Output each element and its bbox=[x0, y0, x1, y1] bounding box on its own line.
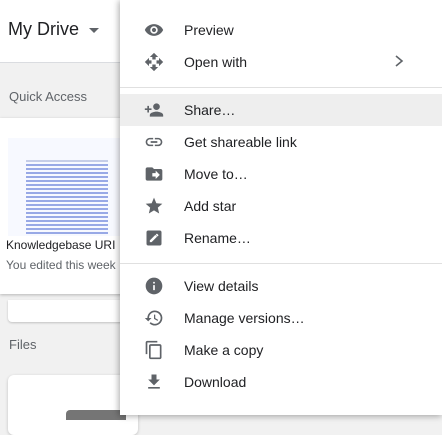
menu-divider bbox=[120, 263, 442, 264]
thumbnail-text-line bbox=[26, 176, 108, 178]
thumbnail-text-line bbox=[26, 164, 108, 166]
download-icon bbox=[144, 372, 164, 392]
star-icon bbox=[144, 196, 164, 216]
rename-icon bbox=[144, 228, 164, 248]
menu-item-label: Manage versions… bbox=[184, 310, 305, 326]
history-icon bbox=[144, 308, 164, 328]
copy-icon bbox=[144, 340, 164, 360]
thumbnail-text-line bbox=[26, 232, 108, 234]
menu-item-open-with[interactable]: Open with bbox=[120, 46, 442, 78]
thumbnail-text-line bbox=[26, 180, 108, 182]
menu-item-add-star[interactable]: Add star bbox=[120, 190, 442, 222]
menu-divider bbox=[120, 87, 442, 88]
thumbnail-text-line bbox=[26, 200, 108, 202]
drive-title-label: My Drive bbox=[8, 19, 79, 39]
menu-item-view-details[interactable]: View details bbox=[120, 270, 442, 302]
menu-item-label: Rename… bbox=[184, 230, 251, 246]
quick-access-label: Quick Access bbox=[9, 89, 88, 104]
menu-item-move-to[interactable]: Move to… bbox=[120, 158, 442, 190]
info-icon bbox=[144, 276, 164, 296]
caret-down-icon bbox=[89, 28, 99, 33]
thumbnail-text-line bbox=[26, 216, 108, 218]
menu-item-make-a-copy[interactable]: Make a copy bbox=[120, 334, 442, 366]
thumbnail-text-line bbox=[26, 196, 108, 198]
menu-item-label: Add star bbox=[184, 198, 237, 214]
menu-item-label: Open with bbox=[184, 54, 248, 70]
thumbnail-text-line bbox=[26, 212, 108, 214]
thumbnail-text-line bbox=[26, 188, 108, 190]
menu-item-label: Get shareable link bbox=[184, 134, 297, 150]
menu-item-label: Preview bbox=[184, 22, 234, 38]
menu-item-label: View details bbox=[184, 278, 259, 294]
menu-item-manage-versions[interactable]: Manage versions… bbox=[120, 302, 442, 334]
menu-item-download[interactable]: Download bbox=[120, 366, 442, 398]
quick-access-file-name: Knowledgebase URI bbox=[6, 238, 116, 252]
menu-item-share[interactable]: Share… bbox=[120, 94, 442, 126]
link-icon bbox=[144, 132, 164, 152]
menu-item-rename[interactable]: Rename… bbox=[120, 222, 442, 254]
menu-item-label: Download bbox=[184, 374, 247, 390]
files-label: Files bbox=[9, 337, 37, 352]
quick-access-file-subtitle: You edited this week bbox=[6, 258, 116, 272]
file-type-chip bbox=[66, 410, 126, 420]
thumbnail-text-line bbox=[26, 224, 108, 226]
menu-item-label: Share… bbox=[184, 102, 236, 118]
thumbnail-text-line bbox=[26, 228, 108, 230]
quick-access-card-partial[interactable] bbox=[8, 300, 126, 322]
menu-item-preview[interactable]: Preview bbox=[120, 14, 442, 46]
thumbnail-text-line bbox=[26, 168, 108, 170]
thumbnail-text-line bbox=[26, 220, 108, 222]
menu-item-label: Move to… bbox=[184, 166, 248, 182]
thumbnail-text-line bbox=[26, 160, 108, 162]
context-menu: Preview Open with Share… Get shareable link… bbox=[120, 0, 442, 415]
eye-icon bbox=[144, 20, 164, 40]
chevron-right-icon bbox=[394, 54, 404, 68]
thumbnail-text-line bbox=[26, 172, 108, 174]
open-with-icon bbox=[144, 52, 164, 72]
file-card[interactable] bbox=[8, 375, 138, 435]
thumbnail-text-line bbox=[26, 204, 108, 206]
thumbnail-text-line bbox=[26, 192, 108, 194]
thumbnail-text-line bbox=[26, 184, 108, 186]
menu-item-get-shareable-link[interactable]: Get shareable link bbox=[120, 126, 442, 158]
person-add-icon bbox=[144, 100, 164, 120]
my-drive-dropdown[interactable]: My Drive bbox=[8, 19, 99, 40]
menu-item-label: Make a copy bbox=[184, 342, 264, 358]
folder-move-icon bbox=[144, 164, 164, 184]
thumbnail-text-line bbox=[26, 208, 108, 210]
document-thumbnail bbox=[8, 138, 126, 236]
